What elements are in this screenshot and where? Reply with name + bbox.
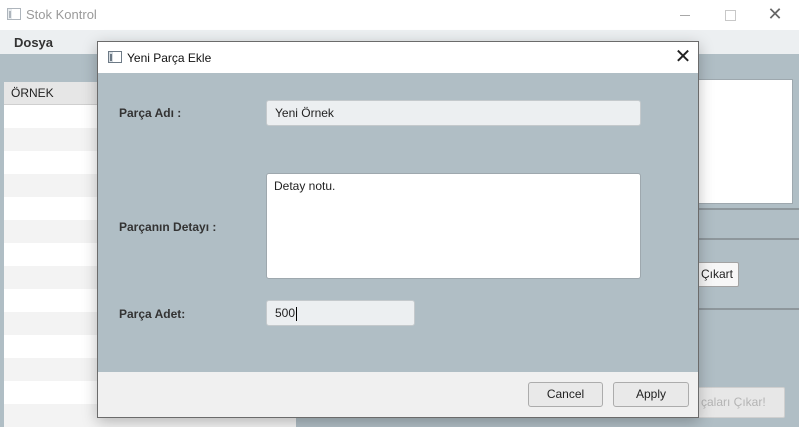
cancel-button[interactable]: Cancel <box>528 382 603 407</box>
part-qty-field[interactable]: 500 <box>266 300 415 326</box>
add-part-dialog: Yeni Parça Ekle ✕ Parça Adı : Yeni Örnek… <box>97 41 699 418</box>
part-qty-value: 500 <box>275 306 296 320</box>
part-name-field[interactable]: Yeni Örnek <box>266 100 641 126</box>
remove-button[interactable]: Çıkart <box>692 262 739 287</box>
maximize-icon[interactable] <box>707 0 753 30</box>
close-icon[interactable]: ✕ <box>752 0 798 30</box>
app-icon <box>108 51 122 63</box>
dialog-titlebar: Yeni Parça Ekle ✕ <box>98 42 698 73</box>
dialog-button-bar: Cancel Apply <box>98 372 698 417</box>
window-title: Stok Kontrol <box>26 7 97 22</box>
separator <box>693 208 799 210</box>
separator <box>693 308 799 310</box>
minimize-icon[interactable] <box>662 0 708 30</box>
part-detail-label: Parçanın Detayı : <box>119 220 217 234</box>
detail-text-area[interactable] <box>693 79 793 204</box>
close-icon[interactable]: ✕ <box>670 44 696 70</box>
app-icon <box>7 8 21 20</box>
part-qty-label: Parça Adet: <box>119 307 186 321</box>
part-detail-textarea[interactable]: Detay notu. <box>266 173 641 279</box>
remove-parts-button[interactable]: çaları Çıkar! <box>692 387 785 418</box>
menu-file[interactable]: Dosya <box>14 35 53 50</box>
separator <box>693 238 799 240</box>
part-name-label: Parça Adı : <box>119 106 182 120</box>
apply-button[interactable]: Apply <box>613 382 689 407</box>
dialog-title: Yeni Parça Ekle <box>127 51 212 65</box>
text-caret <box>296 306 298 321</box>
main-titlebar: Stok Kontrol ✕ <box>0 0 799 30</box>
